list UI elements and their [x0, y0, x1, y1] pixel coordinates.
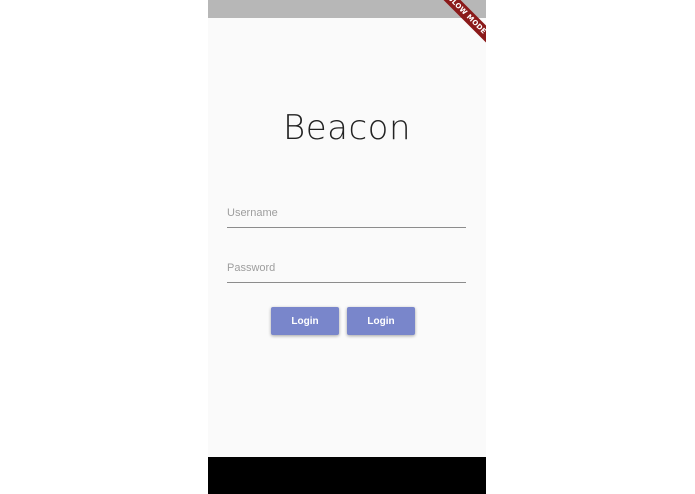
app-title: Beacon [282, 108, 412, 148]
app-screen: SLOW MODE Beacon Login Login [208, 0, 486, 494]
login-button-secondary[interactable]: Login [347, 307, 415, 335]
password-field [227, 254, 466, 283]
navigation-bar [208, 457, 486, 494]
status-bar [208, 0, 486, 18]
username-input[interactable] [227, 201, 466, 225]
username-field [227, 199, 466, 228]
login-button[interactable]: Login [271, 307, 339, 335]
password-input[interactable] [227, 256, 466, 280]
